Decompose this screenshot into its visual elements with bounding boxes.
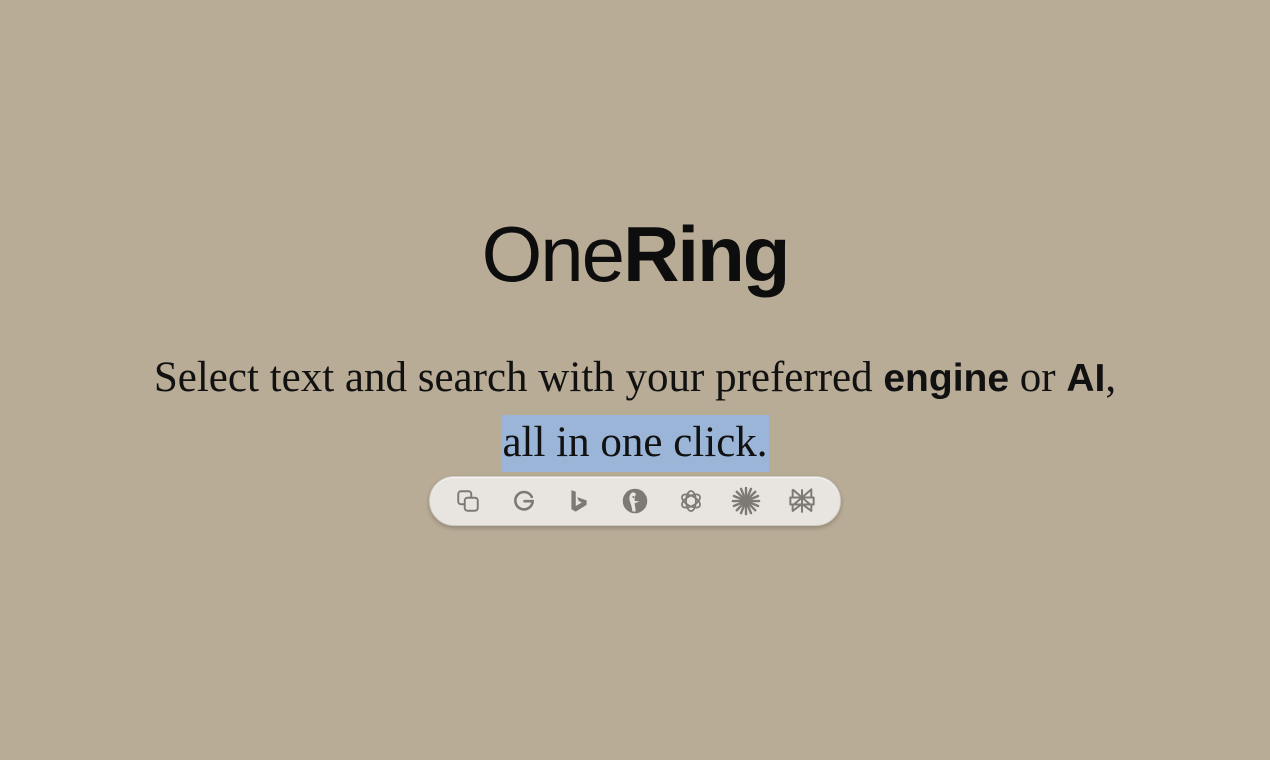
google-icon [513, 490, 534, 511]
bing-icon [571, 490, 587, 512]
tagline-segment: , [1105, 354, 1117, 401]
tagline: Select text and search with your preferr… [60, 346, 1210, 475]
duckduckgo-search-button[interactable] [620, 486, 650, 516]
tagline-emphasis-ai: AI [1066, 357, 1106, 400]
claude-button[interactable] [731, 486, 761, 516]
selected-text[interactable]: all in one click. [501, 415, 769, 472]
perplexity-icon [789, 488, 815, 513]
chatgpt-icon [680, 490, 701, 512]
logo-part-one: One [481, 210, 625, 298]
bing-search-button[interactable] [564, 486, 594, 516]
tagline-emphasis-engine: engine [883, 357, 1010, 400]
duckduckgo-icon [622, 488, 648, 514]
chatgpt-button[interactable] [676, 486, 706, 516]
google-search-button[interactable] [509, 486, 539, 516]
perplexity-button[interactable] [787, 486, 817, 516]
logo-part-ring: Ring [623, 210, 790, 298]
search-toolbar [429, 476, 841, 526]
copy-button[interactable] [453, 486, 483, 516]
page: OneRing Select text and search with your… [0, 0, 1270, 760]
copy-icon [457, 490, 479, 512]
claude-icon [731, 486, 761, 516]
tagline-segment: Select text and search with your preferr… [153, 354, 884, 401]
app-logo: OneRing [0, 208, 1270, 300]
tagline-segment: or [1009, 354, 1067, 401]
